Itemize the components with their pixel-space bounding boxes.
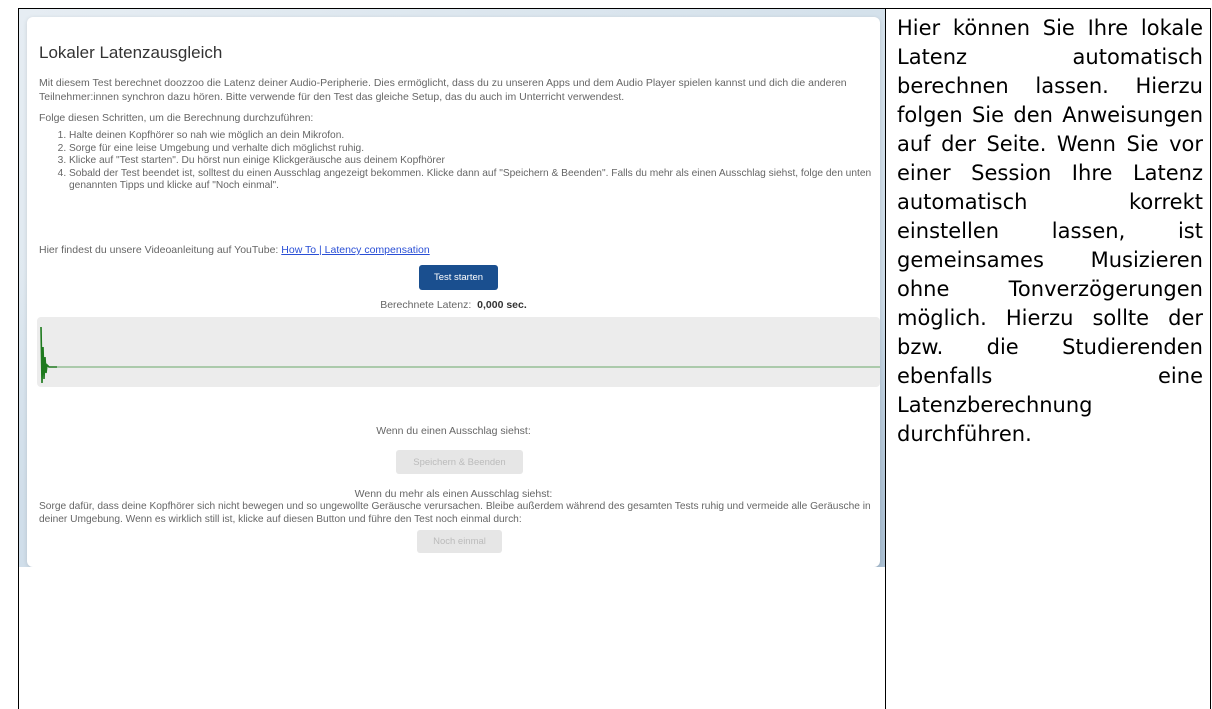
retry-button[interactable]: Noch einmal: [417, 530, 502, 553]
video-link[interactable]: How To | Latency compensation: [281, 244, 429, 256]
step-item: Sobald der Test beendet ist, solltest du…: [69, 168, 885, 193]
intro-text: Mit diesem Test berechnet doozzoo die La…: [39, 77, 847, 103]
step-item: Klicke auf "Test starten". Du hörst nun …: [69, 155, 885, 168]
description-cell: Hier können Sie Ihre lokale Latenz autom…: [897, 14, 1203, 449]
tips-text: Sorge dafür, dass deine Kopfhörer sich n…: [39, 501, 871, 525]
one-peak-label: Wenn du einen Ausschlag siehst:: [376, 425, 531, 437]
latency-label: Berechnete Latenz:: [380, 299, 472, 311]
page-title: Lokaler Latenzausgleich: [39, 43, 223, 62]
video-hint-text: Hier findest du unsere Videoanleitung au…: [39, 244, 282, 256]
latency-readout: Berechnete Latenz: 0,000 sec.: [27, 299, 880, 311]
waveform-display: [37, 317, 880, 387]
table-border-middle: [885, 8, 886, 709]
save-and-finish-button[interactable]: Speichern & Beenden: [396, 450, 523, 474]
latency-card: Lokaler Latenzausgleich Mit diesem Test …: [27, 17, 880, 567]
video-hint: Hier findest du unsere Videoanleitung au…: [39, 244, 430, 256]
waveform-peak: [40, 326, 57, 384]
table-border-right: [1210, 8, 1211, 709]
description-text: Hier können Sie Ihre lokale Latenz autom…: [897, 16, 1203, 446]
step-item: Halte deinen Kopfhörer so nah wie möglic…: [69, 130, 885, 143]
waveform-graph: [40, 326, 880, 384]
step-item: Sorge für eine leise Umgebung und verhal…: [69, 143, 885, 156]
start-test-button[interactable]: Test starten: [419, 265, 498, 290]
screenshot-cell: Lokaler Latenzausgleich Mit diesem Test …: [19, 9, 885, 567]
latency-value: 0,000 sec.: [477, 299, 527, 311]
more-peaks-label: Wenn du mehr als einen Ausschlag siehst:: [354, 488, 553, 500]
steps-list: Halte deinen Kopfhörer so nah wie möglic…: [39, 130, 885, 193]
steps-heading: Folge diesen Schritten, um die Berechnun…: [39, 112, 314, 124]
